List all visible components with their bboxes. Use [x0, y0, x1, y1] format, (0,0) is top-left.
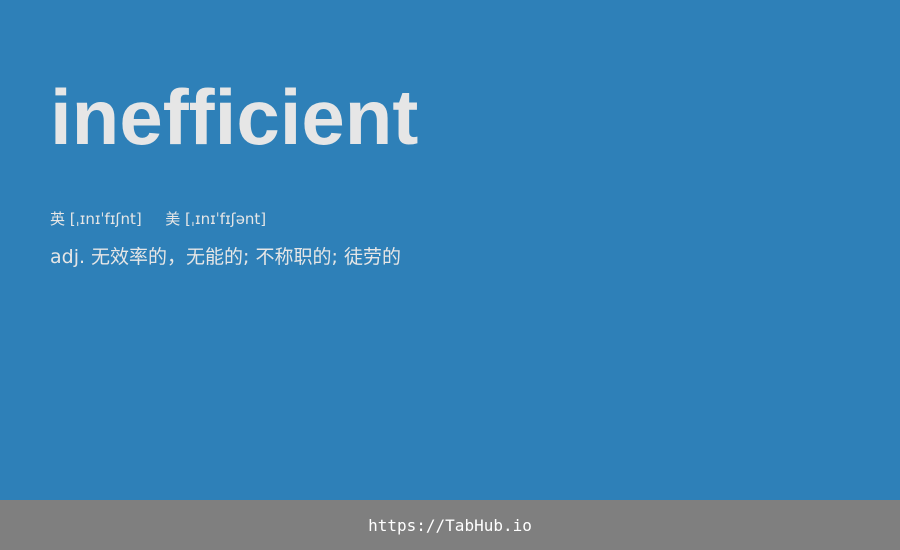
uk-ipa: [ˌɪnɪˈfɪʃnt]: [69, 210, 142, 228]
word-entry: inefficient 英 [ˌɪnɪˈfɪʃnt] 美 [ˌɪnɪˈfɪʃən…: [50, 70, 860, 269]
definition: adj. 无效率的，无能的; 不称职的; 徒劳的: [50, 246, 401, 268]
word-card-page: inefficient 英 [ˌɪnɪˈfɪʃnt] 美 [ˌɪnɪˈfɪʃən…: [0, 0, 900, 550]
us-ipa: [ˌɪnɪˈfɪʃənt]: [185, 210, 267, 228]
tabhub-link[interactable]: https://TabHub.io: [368, 516, 532, 535]
us-label: 美: [165, 210, 181, 228]
pronunciations: 英 [ˌɪnɪˈfɪʃnt] 美 [ˌɪnɪˈfɪʃənt]: [50, 209, 860, 229]
footer-bar: https://TabHub.io: [0, 500, 900, 550]
headword: inefficient: [50, 73, 419, 161]
uk-label: 英: [50, 210, 66, 228]
